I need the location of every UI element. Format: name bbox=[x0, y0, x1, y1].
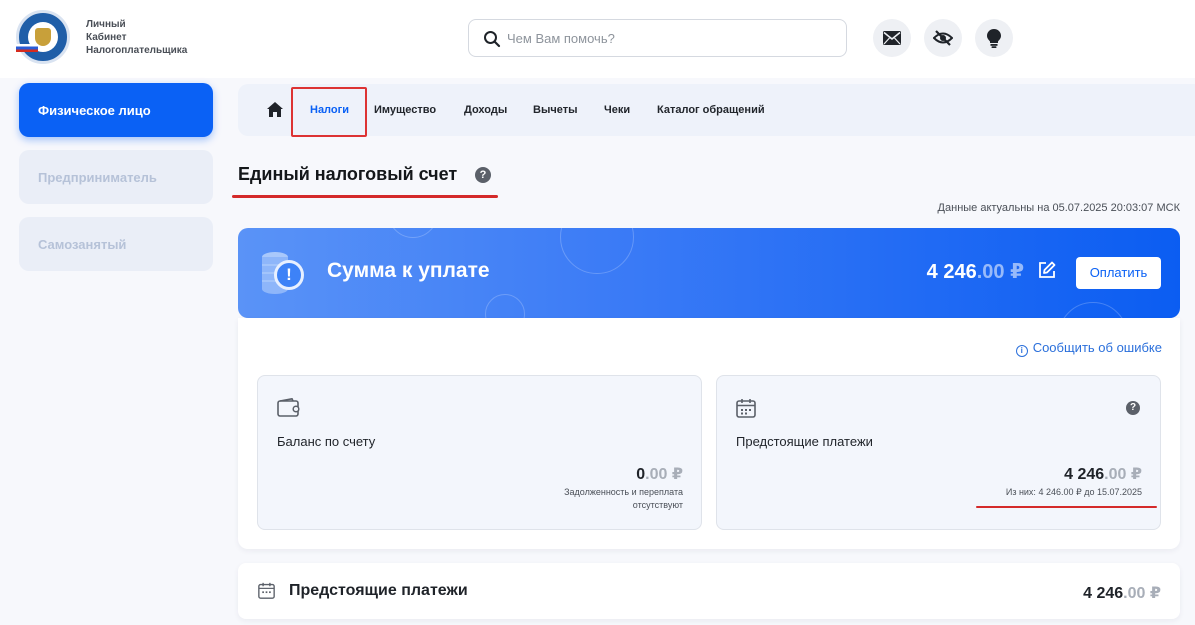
brand-line: Кабинет bbox=[86, 32, 127, 43]
amount-integer: 4 246 bbox=[926, 261, 977, 283]
fns-logo[interactable] bbox=[16, 10, 70, 64]
messages-button[interactable] bbox=[873, 19, 911, 57]
sidebar-item-self-employed[interactable]: Самозанятый bbox=[19, 217, 213, 271]
header: Личный Кабинет Налогоплательщика bbox=[0, 0, 1195, 78]
balance-note: Задолженность и переплата отсутствуют bbox=[564, 486, 683, 512]
pay-button[interactable]: Оплатить bbox=[1076, 257, 1161, 289]
tab-receipts[interactable]: Чеки bbox=[604, 84, 630, 136]
upcoming-payments-total: 4 246.00 ₽ bbox=[1083, 583, 1161, 603]
tips-button[interactable] bbox=[975, 19, 1013, 57]
eye-off-icon bbox=[933, 30, 953, 46]
tab-income[interactable]: Доходы bbox=[464, 84, 507, 136]
upcoming-payments-title: Предстоящие платежи bbox=[289, 582, 468, 599]
help-icon[interactable]: ? bbox=[1126, 401, 1140, 415]
page-title: Единый налоговый счет bbox=[238, 164, 458, 184]
tab-requests-catalog[interactable]: Каталог обращений bbox=[657, 84, 765, 136]
upcoming-payments-label: Предстоящие платежи bbox=[736, 434, 873, 449]
amount-decimal: .00 ₽ bbox=[976, 261, 1024, 283]
mail-icon bbox=[883, 31, 901, 45]
ruble-decor-circle bbox=[485, 294, 525, 318]
flag-ribbon-icon bbox=[16, 44, 38, 52]
search-input[interactable] bbox=[507, 20, 837, 56]
sidebar-item-individual[interactable]: Физическое лицо bbox=[19, 83, 213, 137]
top-nav: Налоги Имущество Доходы Вычеты Чеки Ката… bbox=[238, 84, 1195, 137]
data-timestamp: Данные актуальны на 05.07.2025 20:03:07 … bbox=[937, 202, 1180, 214]
calendar-icon bbox=[258, 582, 275, 599]
balance-note-line: отсутствуют bbox=[632, 500, 683, 510]
sidebar-item-entrepreneur[interactable]: Предприниматель bbox=[19, 150, 213, 204]
ruble-decor-circle bbox=[560, 228, 634, 274]
upcoming-payments-amount: 4 246.00 ₽ bbox=[1064, 464, 1142, 484]
account-card: i Сообщить об ошибке Баланс по счету 0.00… bbox=[238, 318, 1180, 549]
hide-amounts-button[interactable] bbox=[924, 19, 962, 57]
brand-line: Налогоплательщика bbox=[86, 45, 188, 56]
alert-icon: ! bbox=[274, 260, 304, 290]
title-underline-annotation bbox=[232, 195, 498, 198]
amount-decimal: .00 ₽ bbox=[1123, 585, 1161, 602]
amount-due-value: 4 246.00 ₽ bbox=[910, 259, 1024, 284]
amount-decimal: .00 ₽ bbox=[1104, 466, 1142, 483]
tab-deductions[interactable]: Вычеты bbox=[533, 84, 577, 136]
balance-amount: 0.00 ₽ bbox=[636, 464, 683, 484]
balance-panel: Баланс по счету 0.00 ₽ Задолженность и п… bbox=[257, 375, 702, 530]
edit-icon[interactable] bbox=[1038, 261, 1056, 279]
help-icon[interactable]: ? bbox=[475, 167, 491, 183]
decor-circle bbox=[388, 228, 438, 238]
upcoming-payments-row[interactable]: Предстоящие платежи 4 246.00 ₽ bbox=[238, 563, 1180, 619]
amount-integer: 4 246 bbox=[1064, 466, 1105, 483]
tab-taxes[interactable]: Налоги bbox=[310, 84, 349, 136]
note-underline-annotation bbox=[976, 506, 1157, 508]
report-error-link[interactable]: i Сообщить об ошибке bbox=[1015, 340, 1162, 357]
report-error-label: Сообщить об ошибке bbox=[1032, 340, 1162, 355]
amount-integer: 4 246 bbox=[1083, 585, 1124, 602]
amount-decimal: .00 ₽ bbox=[645, 466, 683, 483]
decor-circle bbox=[1058, 302, 1128, 318]
info-icon: i bbox=[1015, 345, 1028, 357]
balance-note-line: Задолженность и переплата bbox=[564, 487, 683, 497]
home-icon[interactable] bbox=[266, 101, 284, 119]
tab-property[interactable]: Имущество bbox=[374, 84, 436, 136]
amount-due-label: Сумма к уплате bbox=[327, 259, 490, 282]
search-icon bbox=[484, 31, 501, 48]
amount-integer: 0 bbox=[636, 466, 646, 483]
amount-due-banner: ! Сумма к уплате 4 246.00 ₽ Оплатить bbox=[238, 228, 1180, 318]
balance-label: Баланс по счету bbox=[277, 434, 376, 449]
brand-title: Личный Кабинет Налогоплательщика bbox=[86, 18, 187, 57]
lightbulb-icon bbox=[987, 28, 1001, 48]
upcoming-payments-note: Из них: 4 246.00 ₽ до 15.07.2025 bbox=[1005, 487, 1142, 497]
brand-line: Личный bbox=[86, 19, 126, 30]
calendar-icon bbox=[736, 399, 756, 418]
search-box[interactable] bbox=[468, 19, 847, 57]
wallet-icon bbox=[277, 398, 300, 417]
